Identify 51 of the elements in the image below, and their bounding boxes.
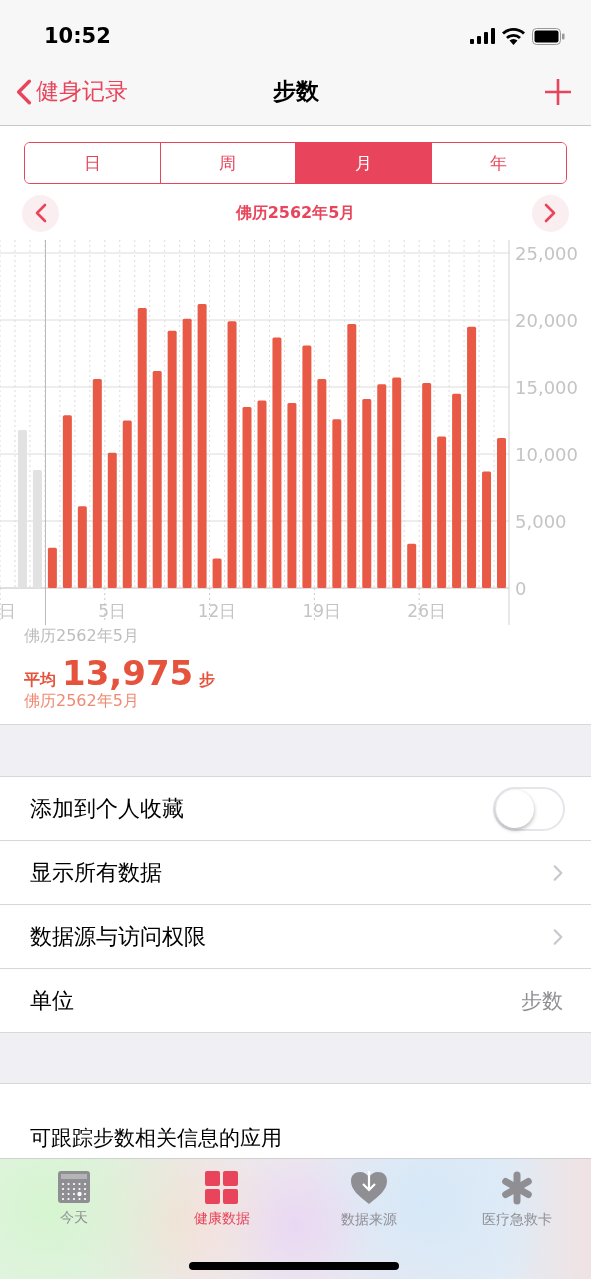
row-label: 数据源与访问权限	[30, 922, 206, 951]
axis-label: 0	[515, 578, 527, 599]
axis-label: 20,000	[515, 310, 578, 331]
asterisk-icon	[500, 1171, 535, 1205]
back-button[interactable]: 健身记录	[16, 76, 128, 107]
calendar-icon	[57, 1171, 90, 1203]
previous-button[interactable]	[22, 194, 59, 232]
range-label: 佛历2562年5月	[24, 626, 140, 647]
battery-icon	[532, 27, 565, 45]
average-label: 平均	[24, 670, 56, 691]
period-label: 佛历2562年5月	[235, 202, 356, 224]
axis-label: 15,000	[515, 377, 578, 398]
section-title: 可跟踪步数相关信息的应用	[30, 1125, 282, 1152]
row-label: 添加到个人收藏	[30, 794, 184, 823]
period-caption: 佛历2562年5月	[24, 691, 140, 712]
settings-row[interactable]: 添加到个人收藏	[0, 777, 591, 841]
settings-row[interactable]: 显示所有数据	[0, 841, 591, 905]
next-button[interactable]	[532, 194, 569, 232]
axis-label: 19日	[302, 601, 342, 621]
status-time: 10:52	[44, 23, 111, 48]
chevron-right-icon	[544, 203, 557, 223]
tab-item[interactable]: 数据来源	[295, 1159, 444, 1279]
chevron-right-icon	[553, 863, 563, 882]
signal-icon	[470, 28, 495, 44]
wifi-icon	[502, 27, 525, 45]
row-label: 显示所有数据	[30, 858, 162, 887]
axis-label: 25,000	[515, 243, 578, 264]
row-value: 步数	[521, 987, 563, 1015]
axis-label: 5日	[98, 601, 127, 621]
tab-item[interactable]: 健康数据	[147, 1159, 296, 1279]
axis-label: 12日	[197, 601, 237, 621]
chevron-left-icon	[16, 77, 32, 106]
chevron-left-icon	[34, 203, 47, 223]
average-value: 13,975	[62, 653, 194, 693]
nav-title: 步数	[272, 78, 319, 104]
segment-tab[interactable]: 月	[295, 143, 431, 183]
segment-tab[interactable]: 年	[430, 143, 566, 183]
unit-label: 步	[199, 670, 216, 691]
add-icon[interactable]	[545, 78, 571, 105]
axis-label: 26日	[407, 601, 446, 621]
axis-label: 5,000	[515, 511, 567, 532]
favorite-toggle[interactable]	[493, 786, 565, 831]
row-label: 单位	[30, 986, 74, 1015]
tab-item[interactable]: 今天	[0, 1159, 148, 1279]
tab-item[interactable]: 医疗急救卡	[443, 1159, 591, 1279]
axis-label: 10,000	[515, 444, 578, 465]
grid-icon	[205, 1171, 239, 1204]
settings-row[interactable]: 数据源与访问权限	[0, 905, 591, 969]
chevron-right-icon	[553, 927, 563, 946]
axis-label: 日	[0, 601, 16, 621]
heart-download-icon	[351, 1171, 388, 1205]
